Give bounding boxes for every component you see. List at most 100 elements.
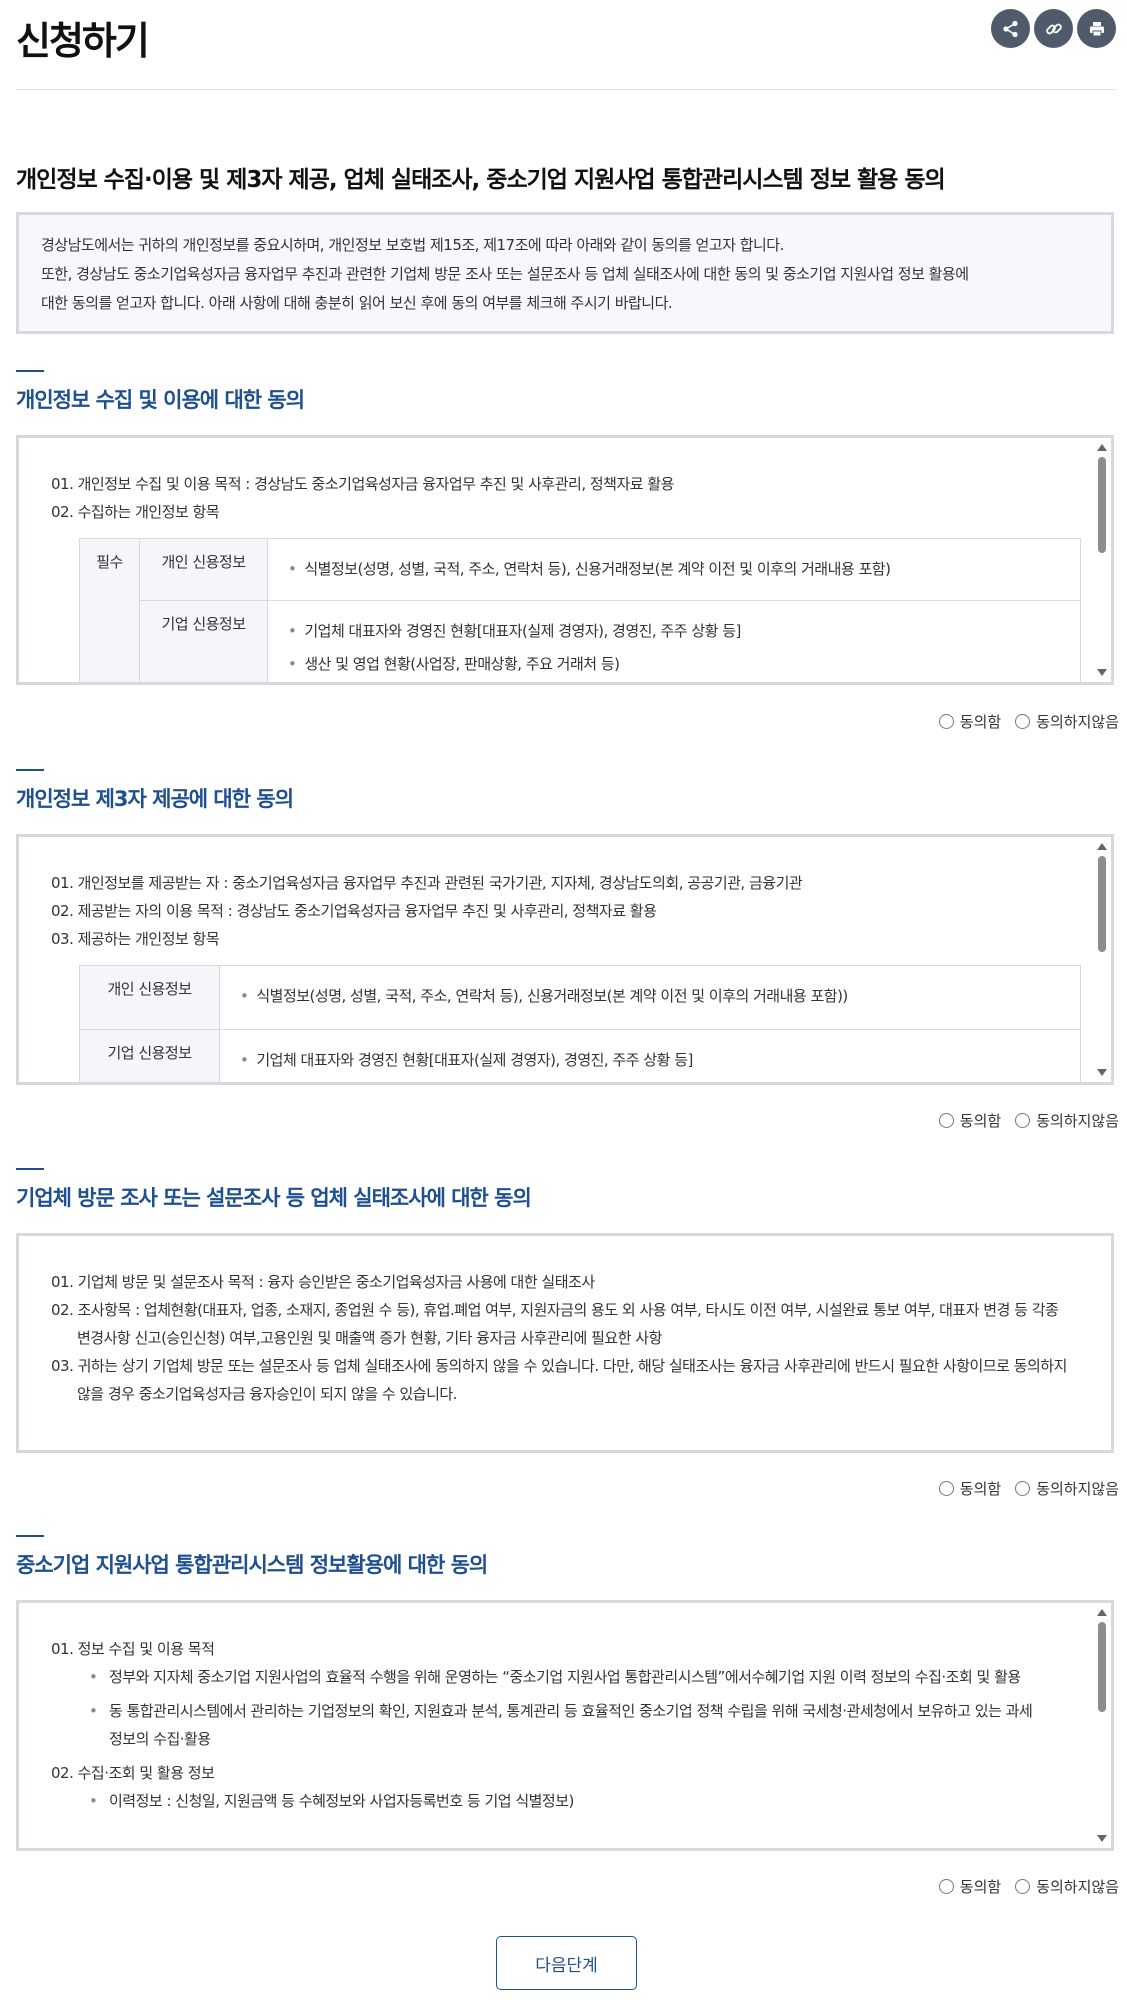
consent-radio-group: 동의함 동의하지않음	[938, 1478, 1119, 1499]
intro-box: 경상남도에서는 귀하의 개인정보를 중요시하며, 개인정보 보호법 제15조, …	[16, 212, 1114, 334]
scroll-down-icon[interactable]	[1097, 669, 1107, 676]
info-table: 필수 개인 신용정보 • 식별정보(성명, 성별, 국적, 주소, 연락처 등),…	[79, 538, 1081, 682]
main-heading: 개인정보 수집·이용 및 제3자 제공, 업체 실태조사, 중소기업 지원사업 …	[16, 167, 946, 193]
radio-circle[interactable]	[1015, 1113, 1031, 1128]
terms-content: 01. 기업체 방문 및 설문조사 목적 : 융자 승인받은 중소기업육성자금 …	[19, 1236, 1101, 1450]
scroll-thumb[interactable]	[1098, 1622, 1106, 1712]
terms-line: 02. 조사항목 : 업체현황(대표자, 업종, 소재지, 종업원 수 등), …	[51, 1301, 1059, 1347]
table-detail: • 식별정보(성명, 성별, 국적, 주소, 연락처 등), 신용거래정보(본 계…	[219, 965, 1081, 1030]
terms-line: 03. 귀하는 상기 기업체 방문 또는 설문조사 등 업체 실태조사에 동의하…	[51, 1357, 1067, 1403]
terms-content: 01. 정보 수집 및 이용 목적 정부와 지자체 중소기업 지원사업의 효율적…	[19, 1603, 1093, 1848]
section-title: 개인정보 제3자 제공에 대한 동의	[16, 787, 294, 811]
terms-bullet: 동 통합관리시스템에서 관리하는 기업정보의 확인, 지원효과 분석, 통계관리…	[51, 1697, 1061, 1753]
agree-radio[interactable]: 동의함	[938, 1478, 1002, 1499]
terms-box-personal-info[interactable]: 01. 개인정보 수집 및 이용 목적 : 경상남도 중소기업육성자금 융자업무…	[16, 435, 1114, 685]
terms-content: 01. 개인정보를 제공받는 자 : 중소기업육성자금 융자업무 추진과 관련된…	[19, 837, 1093, 1082]
consent-radio-group: 동의함 동의하지않음	[938, 1876, 1119, 1897]
scroll-up-icon[interactable]	[1097, 843, 1107, 850]
disagree-radio[interactable]: 동의하지않음	[1015, 1110, 1119, 1131]
agree-radio[interactable]: 동의함	[938, 711, 1002, 732]
share-icon	[1002, 20, 1018, 37]
section-title: 개인정보 수집 및 이용에 대한 동의	[16, 388, 305, 412]
print-icon	[1089, 21, 1104, 36]
scroll-up-icon[interactable]	[1097, 1609, 1107, 1616]
table-category: 개인 신용정보	[139, 538, 268, 601]
terms-bullet: 이력정보 : 신청일, 지원금액 등 수혜정보와 사업자등록번호 등 기업 식별…	[51, 1787, 1061, 1815]
table-detail: • 기업체 대표자와 경영진 현황[대표자(실제 경영자), 경영진, 주주 상황…	[267, 600, 1081, 682]
table-bullet: 생산 및 영업 현황(사업장, 판매상황, 주요 거래처 등)	[304, 655, 620, 673]
consent-radio-group: 동의함 동의하지않음	[938, 711, 1119, 732]
radio-label: 동의함	[959, 1878, 1002, 1896]
section-marker	[16, 370, 44, 372]
radio-circle[interactable]	[938, 1481, 954, 1496]
radio-label: 동의하지않음	[1036, 713, 1119, 731]
scrollbar[interactable]	[1095, 839, 1109, 1080]
terms-line: 02. 수집·조회 및 활용 정보	[51, 1764, 215, 1782]
radio-circle[interactable]	[1015, 1879, 1031, 1894]
radio-label: 동의하지않음	[1036, 1112, 1119, 1130]
terms-box-third-party[interactable]: 01. 개인정보를 제공받는 자 : 중소기업육성자금 융자업무 추진과 관련된…	[16, 834, 1114, 1085]
link-button[interactable]	[1034, 9, 1073, 48]
terms-line: 01. 정보 수집 및 이용 목적	[51, 1640, 215, 1658]
table-bullet: 기업체 대표자와 경영진 현황[대표자(실제 경영자), 경영진, 주주 상황 …	[304, 622, 741, 640]
terms-content: 01. 개인정보 수집 및 이용 목적 : 경상남도 중소기업육성자금 융자업무…	[19, 438, 1093, 682]
section-marker	[16, 1535, 44, 1537]
scrollbar[interactable]	[1095, 440, 1109, 680]
table-bullet: 식별정보(성명, 성별, 국적, 주소, 연락처 등), 신용거래정보(본 계약…	[304, 560, 891, 578]
radio-circle[interactable]	[1015, 1481, 1031, 1496]
scroll-down-icon[interactable]	[1097, 1835, 1107, 1842]
terms-box-survey[interactable]: 01. 기업체 방문 및 설문조사 목적 : 융자 승인받은 중소기업육성자금 …	[16, 1233, 1114, 1453]
section-marker	[16, 1168, 44, 1170]
table-category: 개인 신용정보	[79, 965, 220, 1030]
table-detail: • 기업체 대표자와 경영진 현황[대표자(실제 경영자), 경영진, 주주 상황…	[219, 1029, 1081, 1082]
radio-label: 동의하지않음	[1036, 1878, 1119, 1896]
scroll-up-icon[interactable]	[1097, 444, 1107, 451]
radio-circle[interactable]	[1015, 714, 1031, 729]
section-title: 중소기업 지원사업 통합관리시스템 정보활용에 대한 동의	[16, 1553, 488, 1577]
print-button[interactable]	[1077, 9, 1116, 48]
terms-line: 02. 제공받는 자의 이용 목적 : 경상남도 중소기업육성자금 융자업무 추…	[51, 902, 657, 920]
table-bullet: 식별정보(성명, 성별, 국적, 주소, 연락처 등), 신용거래정보(본 계약…	[256, 987, 848, 1005]
link-icon	[1045, 23, 1062, 34]
terms-line: 01. 기업체 방문 및 설문조사 목적 : 융자 승인받은 중소기업육성자금 …	[51, 1273, 595, 1291]
intro-text: 대한 동의를 얻고자 합니다. 아래 사항에 대해 충분히 읽어 보신 후에 동…	[41, 294, 673, 312]
radio-label: 동의함	[959, 713, 1002, 731]
consent-radio-group: 동의함 동의하지않음	[938, 1110, 1119, 1131]
radio-circle[interactable]	[938, 1113, 954, 1128]
intro-text: 경상남도에서는 귀하의 개인정보를 중요시하며, 개인정보 보호법 제15조, …	[41, 236, 784, 254]
section-marker	[16, 769, 44, 771]
section-title: 기업체 방문 조사 또는 설문조사 등 업체 실태조사에 대한 동의	[16, 1186, 532, 1210]
disagree-radio[interactable]: 동의하지않음	[1015, 1478, 1119, 1499]
terms-line: 03. 제공하는 개인정보 항목	[51, 930, 220, 948]
info-table: 개인 신용정보 • 식별정보(성명, 성별, 국적, 주소, 연락처 등), 신용…	[79, 965, 1081, 1082]
scroll-thumb[interactable]	[1098, 457, 1106, 553]
terms-line: 01. 개인정보 수집 및 이용 목적 : 경상남도 중소기업육성자금 융자업무…	[51, 475, 674, 493]
share-button[interactable]	[991, 9, 1030, 48]
table-detail: • 식별정보(성명, 성별, 국적, 주소, 연락처 등), 신용거래정보(본 계…	[267, 538, 1081, 601]
disagree-radio[interactable]: 동의하지않음	[1015, 711, 1119, 732]
scrollbar[interactable]	[1095, 1605, 1109, 1846]
page-header: 신청하기	[16, 0, 1116, 90]
page-title: 신청하기	[16, 19, 150, 63]
radio-label: 동의함	[959, 1112, 1002, 1130]
terms-line: 01. 개인정보를 제공받는 자 : 중소기업육성자금 융자업무 추진과 관련된…	[51, 874, 803, 892]
terms-line: 02. 수집하는 개인정보 항목	[51, 503, 220, 521]
radio-label: 동의함	[959, 1480, 1002, 1498]
terms-bullet: 정부와 지자체 중소기업 지원사업의 효율적 수행을 위해 운영하는 “중소기업…	[51, 1663, 1061, 1691]
radio-circle[interactable]	[938, 714, 954, 729]
agree-radio[interactable]: 동의함	[938, 1110, 1002, 1131]
table-category: 기업 신용정보	[79, 1029, 220, 1082]
table-category: 기업 신용정보	[139, 600, 268, 682]
intro-text: 또한, 경상남도 중소기업육성자금 융자업무 추진과 관련한 기업체 방문 조사…	[41, 265, 969, 283]
required-label: 필수	[79, 538, 140, 682]
scroll-down-icon[interactable]	[1097, 1069, 1107, 1076]
terms-box-system-info[interactable]: 01. 정보 수집 및 이용 목적 정부와 지자체 중소기업 지원사업의 효율적…	[16, 1600, 1114, 1851]
radio-circle[interactable]	[938, 1879, 954, 1894]
header-actions	[991, 9, 1116, 48]
radio-label: 동의하지않음	[1036, 1480, 1119, 1498]
disagree-radio[interactable]: 동의하지않음	[1015, 1876, 1119, 1897]
scroll-thumb[interactable]	[1098, 856, 1106, 952]
next-step-button[interactable]: 다음단계	[496, 1936, 637, 1990]
table-bullet: 기업체 대표자와 경영진 현황[대표자(실제 경영자), 경영진, 주주 상황 …	[256, 1051, 693, 1069]
agree-radio[interactable]: 동의함	[938, 1876, 1002, 1897]
